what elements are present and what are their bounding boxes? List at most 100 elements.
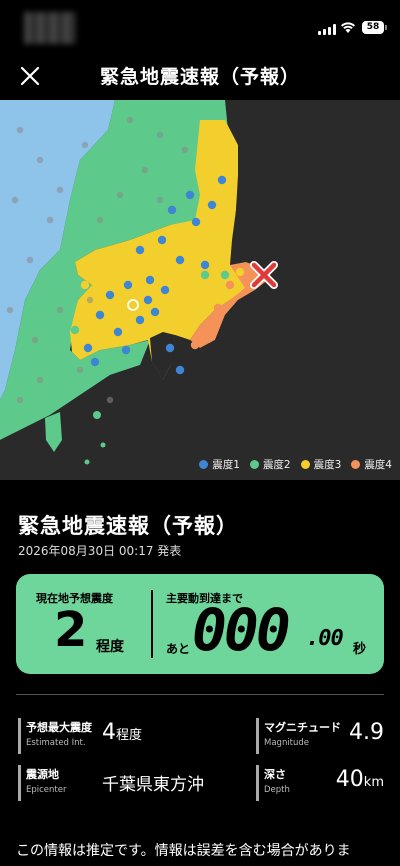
max-intensity-number: 4 (102, 720, 116, 745)
status-bar: 58 (0, 0, 400, 50)
station-dot (55, 285, 65, 295)
station-dot (113, 327, 123, 337)
max-intensity-unit: 程度 (116, 728, 143, 743)
station-dot (110, 260, 120, 270)
legend-dot-icon (351, 460, 361, 469)
station-dot (123, 280, 133, 290)
station-dot (6, 306, 14, 314)
station-dot (121, 345, 131, 355)
station-dot (135, 315, 145, 325)
magnitude-label: マグニチュード (264, 721, 341, 734)
station-dot (217, 175, 227, 185)
station-dot (213, 303, 223, 313)
station-dot (225, 280, 235, 290)
legend-item-intensity4: 震度4 (351, 457, 392, 472)
station-dot (180, 320, 190, 330)
legend-dot-icon (199, 460, 209, 469)
page-title: 緊急地震速報（予報） (99, 66, 300, 88)
current-location-card: 現在地予想震度 2 程度 主要動到達まで あと 000 .00 秒 (16, 574, 384, 674)
station-dot (160, 285, 170, 295)
max-intensity-value: 4程度 (102, 720, 142, 745)
wifi-icon (341, 22, 355, 33)
arrival-unit: 秒 (353, 642, 367, 657)
magnitude-sub: Magnitude (264, 738, 310, 748)
epicenter: 震源地 Epicenter 千葉県東方沖 (18, 765, 238, 801)
epicenter-marker (250, 261, 278, 289)
header: 緊急地震速報（予報） (0, 50, 400, 100)
legend-dot-icon (249, 460, 259, 469)
station-dot (175, 365, 185, 375)
station-dot (195, 310, 205, 320)
epicenter-label: 震源地 (26, 768, 59, 781)
station-dot (156, 196, 164, 204)
legend-label: 震度4 (364, 459, 392, 471)
station-dot (56, 306, 64, 314)
station-dot (210, 135, 220, 145)
depth-label: 深さ (264, 768, 286, 781)
station-dot (95, 265, 105, 275)
station-dot (76, 366, 84, 374)
station-dot (157, 235, 167, 245)
station-dot (31, 336, 39, 344)
station-dot (81, 141, 89, 149)
station-dot (26, 256, 34, 264)
station-dot (46, 216, 54, 224)
station-dot (56, 186, 64, 194)
station-dot (185, 190, 195, 200)
arrival-prefix: あと (166, 642, 191, 656)
map-canvas (0, 100, 400, 480)
station-dot (190, 340, 200, 350)
magnitude: マグニチュード Magnitude 4.9 (256, 718, 384, 754)
current-intensity-value: 2 (54, 602, 88, 658)
station-dot (150, 307, 160, 317)
legend-label: 震度3 (313, 459, 342, 471)
station-dot (200, 260, 210, 270)
station-dot (235, 267, 245, 277)
station-dot (16, 126, 24, 134)
depth: 深さ Depth 40km (256, 765, 384, 801)
station-dot (181, 146, 189, 154)
legend-item-intensity1: 震度1 (199, 457, 240, 472)
station-dot (143, 295, 153, 305)
station-dot (90, 357, 100, 367)
station-dot (220, 270, 230, 280)
legend-dot-icon (300, 460, 310, 469)
station-dot (201, 325, 211, 335)
station-dot (83, 343, 93, 353)
card-divider (151, 590, 153, 658)
battery-icon: 58 (362, 21, 387, 34)
blurred-time (24, 12, 76, 44)
current-intensity-unit: 程度 (96, 639, 124, 655)
station-dot (167, 205, 177, 215)
station-dot (106, 396, 114, 404)
map-legend: 震度1 震度2 震度3 震度4 (199, 457, 392, 472)
legend-item-intensity3: 震度3 (300, 457, 342, 472)
station-dot (70, 325, 80, 335)
station-dot (116, 191, 124, 199)
station-dot (16, 396, 24, 404)
station-dot (86, 296, 94, 304)
legend-label: 震度1 (212, 459, 240, 471)
max-intensity-label: 予想最大震度 (26, 721, 92, 734)
station-dot (165, 343, 175, 353)
info-title: 緊急地震速報（予報） (18, 514, 238, 538)
station-dot (126, 116, 134, 124)
station-dot (105, 290, 115, 300)
info-panel: 緊急地震速報（予報） 2026年08月30日 00:17 発表 現在地予想震度 … (0, 480, 400, 866)
intensity-map[interactable]: 震度1 震度2 震度3 震度4 (0, 100, 400, 480)
station-dot (95, 310, 105, 320)
station-dot (36, 156, 44, 164)
station-dot (145, 275, 155, 285)
depth-unit: km (363, 775, 384, 790)
station-dot (36, 376, 44, 384)
epicenter-sub: Epicenter (26, 785, 67, 795)
station-dot (185, 285, 195, 295)
depth-number: 40 (335, 767, 364, 792)
station-dot (141, 166, 149, 174)
max-intensity-sub: Estimated Int. (26, 738, 86, 748)
divider (16, 694, 384, 695)
legend-item-intensity2: 震度2 (249, 457, 291, 472)
depth-value: 40km (336, 767, 384, 792)
station-dot (135, 245, 145, 255)
max-intensity: 予想最大震度 Estimated Int. 4程度 (18, 718, 238, 754)
